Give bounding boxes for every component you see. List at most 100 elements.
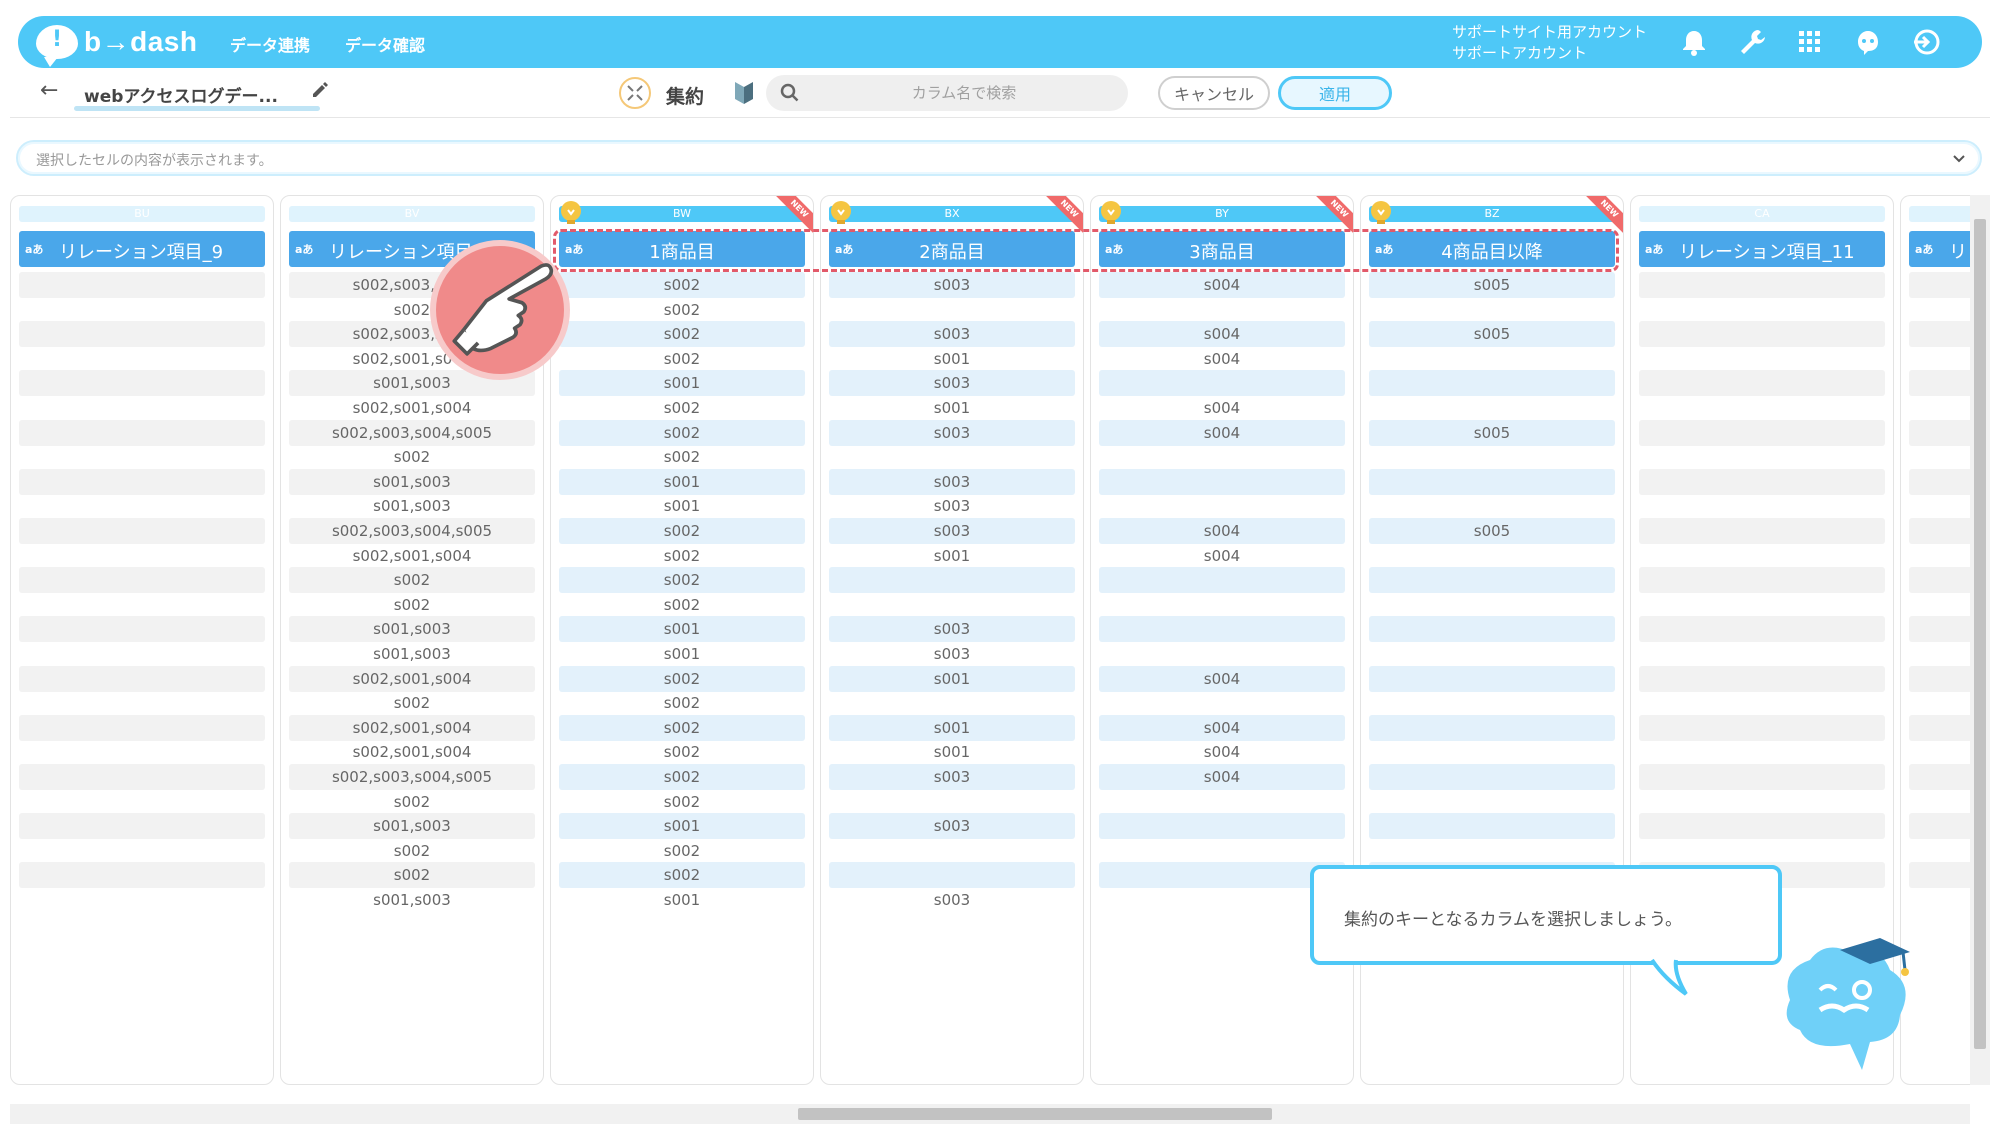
table-cell[interactable]: s001 [829,665,1075,692]
table-cell[interactable]: s002 [559,346,805,372]
table-cell[interactable]: s001 [559,887,805,913]
table-cell[interactable] [1909,714,1970,741]
table-cell[interactable] [1099,592,1345,618]
table-cell[interactable]: s002,s003,s004,s005 [289,518,535,544]
table-cell[interactable]: s001 [829,395,1075,421]
table-cell[interactable] [19,272,265,298]
table-cell[interactable] [1099,838,1345,864]
table-cell[interactable] [1639,813,1885,840]
table-cell[interactable]: s001 [559,493,805,519]
table-cell[interactable] [19,567,265,594]
table-cell[interactable] [1909,468,1970,495]
table-cell[interactable]: s001 [559,813,805,840]
table-cell[interactable]: s002 [559,297,805,323]
table-cell[interactable] [1369,493,1615,519]
table-cell[interactable] [1099,862,1345,889]
column-header[interactable]: aあ リレーション項目_11 [1639,231,1885,267]
table-cell[interactable]: s003 [829,419,1075,446]
table-cell[interactable]: s003 [829,813,1075,840]
table-cell[interactable]: s004 [1099,665,1345,692]
table-cell[interactable] [1909,567,1970,594]
table-cell[interactable] [1909,764,1970,790]
table-cell[interactable] [829,444,1075,470]
table-cell[interactable] [1909,395,1970,421]
table-cell[interactable] [1369,690,1615,716]
table-cell[interactable] [19,468,265,495]
table-cell[interactable]: s001 [559,641,805,667]
table-cell[interactable] [829,592,1075,618]
table-cell[interactable]: s004 [1099,764,1345,790]
table-cell[interactable] [19,714,265,741]
table-cell[interactable] [1639,714,1885,741]
table-cell[interactable] [1099,444,1345,470]
table-cell[interactable] [1369,297,1615,323]
table-cell[interactable] [1639,370,1885,397]
column-search-input[interactable] [814,75,1114,111]
table-cell[interactable]: s001,s003 [289,641,535,667]
table-cell[interactable] [1369,468,1615,495]
table-cell[interactable] [1639,468,1885,495]
table-cell[interactable] [1639,616,1885,643]
apps-grid-icon[interactable] [1794,26,1826,58]
nav-data-confirmation[interactable]: データ確認 [345,32,425,56]
table-cell[interactable] [1639,444,1885,470]
cancel-button[interactable]: キャンセル [1158,76,1270,110]
table-cell[interactable] [1909,444,1970,470]
table-cell[interactable]: s003 [829,641,1075,667]
table-cell[interactable]: s002 [559,567,805,594]
table-cell[interactable] [19,665,265,692]
table-cell[interactable] [19,862,265,889]
bdash-logo[interactable]: b→dash [36,24,197,67]
table-cell[interactable] [1909,838,1970,864]
table-cell[interactable]: s002 [559,665,805,692]
table-cell[interactable] [1369,616,1615,643]
table-cell[interactable]: s001 [829,346,1075,372]
table-cell[interactable]: s002 [559,739,805,765]
table-cell[interactable] [19,297,265,323]
table-cell[interactable] [1909,665,1970,692]
table-cell[interactable] [1369,665,1615,692]
table-cell[interactable]: s005 [1369,419,1615,446]
table-cell[interactable] [19,493,265,519]
table-cell[interactable] [1099,813,1345,840]
table-cell[interactable] [19,789,265,815]
table-cell[interactable] [829,838,1075,864]
table-cell[interactable]: s001,s003 [289,813,535,840]
nav-data-integration[interactable]: データ連携 [230,32,310,56]
table-cell[interactable] [1369,714,1615,741]
table-cell[interactable] [1909,518,1970,544]
back-arrow-icon[interactable]: ← [40,78,58,103]
table-cell[interactable]: s005 [1369,518,1615,544]
table-cell[interactable]: s002 [559,764,805,790]
table-cell[interactable]: s002,s001,s004 [289,543,535,569]
table-cell[interactable] [19,887,265,913]
table-cell[interactable] [1639,789,1885,815]
table-cell[interactable] [19,543,265,569]
table-cell[interactable] [1639,493,1885,519]
table-cell[interactable]: s002 [559,838,805,864]
table-cell[interactable]: s002 [559,272,805,298]
table-cell[interactable]: s004 [1099,321,1345,348]
table-cell[interactable]: s001 [559,468,805,495]
table-cell[interactable] [1909,321,1970,348]
mascot-icon[interactable] [1852,26,1884,58]
table-cell[interactable] [1369,641,1615,667]
vertical-scrollbar-thumb[interactable] [1974,219,1986,1049]
table-cell[interactable] [1909,272,1970,298]
table-cell[interactable]: s002 [289,838,535,864]
table-cell[interactable]: s004 [1099,739,1345,765]
table-cell[interactable]: s001 [829,739,1075,765]
table-cell[interactable] [1639,567,1885,594]
table-cell[interactable] [1099,641,1345,667]
column-3[interactable]: BX NEW aあ 2商品目 s003 s003 s001 s003 s001 s003 s003 s… [820,195,1084,1085]
table-cell[interactable]: s002,s001,s004 [289,665,535,692]
table-cell[interactable] [1369,444,1615,470]
table-cell[interactable]: s002,s001,s004 [289,395,535,421]
table-cell[interactable] [1639,665,1885,692]
table-cell[interactable] [1639,297,1885,323]
table-cell[interactable] [19,346,265,372]
table-cell[interactable]: s001 [559,370,805,397]
table-cell[interactable]: s002,s003,s004,s005 [289,419,535,446]
table-cell[interactable]: s002,s003,s004,s005 [289,764,535,790]
table-cell[interactable]: s002,s001,s004 [289,714,535,741]
